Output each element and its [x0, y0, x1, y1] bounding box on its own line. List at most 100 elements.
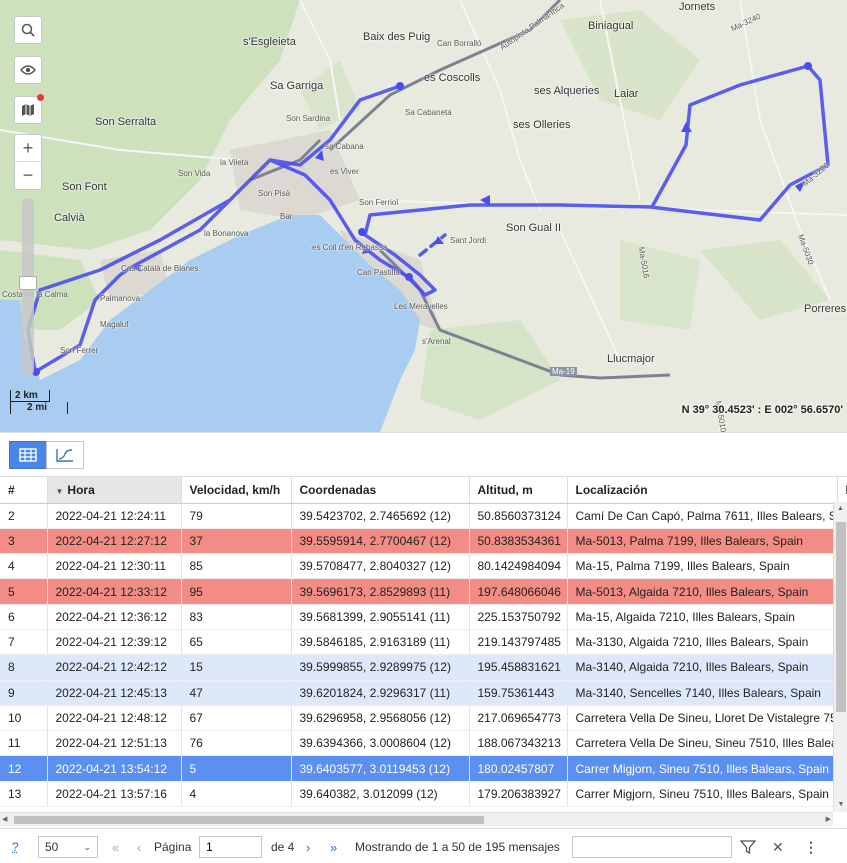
- column-header-coordenadas[interactable]: Coordenadas: [291, 477, 469, 503]
- last-page-icon[interactable]: »: [330, 836, 337, 858]
- cell-index: 9: [0, 680, 47, 705]
- chevron-down-icon: ⌄: [83, 842, 91, 853]
- map-label: Baix des Puig: [363, 31, 430, 43]
- scroll-down-icon[interactable]: ▼: [834, 798, 847, 812]
- cell-localizacion: Ma-3130, Algaida 7210, Illes Balears, Sp…: [567, 629, 837, 654]
- zoom-in-button[interactable]: +: [15, 135, 41, 162]
- cell-altitud: 50.8560373124: [469, 503, 567, 528]
- map-label: Costa de la Calma: [2, 290, 68, 299]
- column-header-extra[interactable]: F: [837, 477, 847, 503]
- cell-velocidad: 83: [181, 604, 291, 629]
- scroll-thumb[interactable]: [14, 816, 484, 824]
- map-label: Son Ferriol: [359, 198, 398, 207]
- table-view-button[interactable]: [9, 441, 47, 469]
- table-row[interactable]: 13 2022-04-21 13:57:16 4 39.640382, 3.01209…: [0, 781, 847, 806]
- zoom-out-button[interactable]: −: [15, 162, 41, 189]
- map-label: ses Alqueries: [534, 85, 599, 97]
- cell-velocidad: 15: [181, 655, 291, 680]
- map-search-button[interactable]: [14, 16, 42, 44]
- map-label: Magaluf: [100, 320, 128, 329]
- scroll-up-icon[interactable]: ▲: [834, 502, 847, 516]
- map-label: Les Meravelles: [394, 302, 448, 311]
- cell-index: 13: [0, 781, 47, 806]
- cursor-coordinates: N 39° 30.4523' : E 002° 56.6570': [682, 404, 843, 416]
- cell-localizacion: Ma-3140, Sencelles 7140, Illes Balears, …: [567, 680, 837, 705]
- table-row[interactable]: 6 2022-04-21 12:36:12 83 39.5681399, 2.9055…: [0, 604, 847, 629]
- column-header-hora[interactable]: ▼ Hora: [47, 477, 181, 503]
- cell-coordenadas: 39.5846185, 2.9163189 (11): [291, 629, 469, 654]
- cell-velocidad: 5: [181, 756, 291, 781]
- cell-velocidad: 95: [181, 579, 291, 604]
- map-label: Son Vida: [178, 169, 210, 178]
- cell-hora: 2022-04-21 12:33:12: [47, 579, 181, 604]
- cell-velocidad: 67: [181, 705, 291, 730]
- map-label: sa Cabana: [325, 142, 364, 151]
- help-button[interactable]: ?: [12, 836, 19, 858]
- more-options-icon[interactable]: ⋮: [804, 836, 818, 858]
- zoom-slider-handle[interactable]: [19, 276, 37, 290]
- next-page-icon[interactable]: ›: [306, 836, 310, 858]
- table-row[interactable]: 7 2022-04-21 12:39:12 65 39.5846185, 2.9163…: [0, 629, 847, 654]
- cell-velocidad: 4: [181, 781, 291, 806]
- filter-icon: [740, 839, 756, 855]
- cell-altitud: 225.153750792: [469, 604, 567, 629]
- table-header-row: # ▼ Hora Velocidad, km/h Coordenadas Alti…: [0, 477, 847, 503]
- map-view[interactable]: Jornets Biniagual s'Esgleieta Baix des P…: [0, 0, 847, 432]
- cell-hora: 2022-04-21 12:30:11: [47, 554, 181, 579]
- cell-index: 12: [0, 756, 47, 781]
- messages-table[interactable]: # ▼ Hora Velocidad, km/h Coordenadas Alti…: [0, 476, 847, 828]
- cell-altitud: 80.1424984094: [469, 554, 567, 579]
- table-vertical-scrollbar[interactable]: ▲ ▼: [833, 502, 847, 812]
- table-horizontal-scrollbar[interactable]: ◀ ▶: [0, 812, 833, 826]
- cell-coordenadas: 39.6201824, 2.9296317 (11): [291, 680, 469, 705]
- eye-icon: [20, 64, 36, 76]
- table-row[interactable]: 9 2022-04-21 12:45:13 47 39.6201824, 2.9296…: [0, 680, 847, 705]
- pagination-bar: ? 50 ⌄ « ‹ Página de 4 › » Mostrando de …: [0, 828, 847, 863]
- table-row[interactable]: 12 2022-04-21 13:54:12 5 39.6403577, 3.0119…: [0, 756, 847, 781]
- table-row[interactable]: 11 2022-04-21 12:51:13 76 39.6394366, 3.000…: [0, 731, 847, 756]
- table-row[interactable]: 5 2022-04-21 12:33:12 95 39.5696173, 2.8529…: [0, 579, 847, 604]
- filter-input[interactable]: [572, 836, 732, 858]
- map-canvas[interactable]: [0, 0, 847, 432]
- map-label: Calvià: [54, 212, 85, 224]
- first-page-icon[interactable]: «: [112, 836, 119, 858]
- view-toolbar: [0, 432, 847, 476]
- cell-localizacion: Carretera Vella De Sineu, Lloret De Vist…: [567, 705, 837, 730]
- page-number-input[interactable]: [199, 836, 262, 858]
- cell-coordenadas: 39.640382, 3.012099 (12): [291, 781, 469, 806]
- cell-localizacion: Carretera Vella De Sineu, Sineu 7510, Il…: [567, 731, 837, 756]
- table-row[interactable]: 2 2022-04-21 12:24:11 79 39.5423702, 2.7465…: [0, 503, 847, 528]
- scroll-right-icon[interactable]: ▶: [826, 813, 831, 827]
- cell-index: 4: [0, 554, 47, 579]
- zoom-controls: + −: [14, 134, 42, 190]
- cell-index: 6: [0, 604, 47, 629]
- table-row[interactable]: 3 2022-04-21 12:27:12 37 39.5595914, 2.7700…: [0, 528, 847, 553]
- table-row[interactable]: 8 2022-04-21 12:42:12 15 39.5999855, 2.9289…: [0, 655, 847, 680]
- table-row[interactable]: 4 2022-04-21 12:30:11 85 39.5708477, 2.8040…: [0, 554, 847, 579]
- column-header-index[interactable]: #: [0, 477, 47, 503]
- column-header-label: Hora: [67, 483, 94, 497]
- scroll-left-icon[interactable]: ◀: [2, 813, 7, 827]
- chart-view-button[interactable]: [46, 441, 84, 469]
- column-header-localizacion[interactable]: Localización: [567, 477, 837, 503]
- filter-button[interactable]: [740, 836, 756, 858]
- cell-coordenadas: 39.5595914, 2.7700467 (12): [291, 528, 469, 553]
- cell-hora: 2022-04-21 12:39:12: [47, 629, 181, 654]
- scroll-thumb[interactable]: [836, 522, 846, 712]
- prev-page-icon[interactable]: ‹: [137, 836, 141, 858]
- cell-altitud: 219.143797485: [469, 629, 567, 654]
- cell-coordenadas: 39.6394366, 3.0008604 (12): [291, 731, 469, 756]
- table-row[interactable]: 10 2022-04-21 12:48:12 67 39.6296958, 2.956…: [0, 705, 847, 730]
- column-header-altitud[interactable]: Altitud, m: [469, 477, 567, 503]
- cell-localizacion: Camí De Can Capó, Palma 7611, Illes Bale…: [567, 503, 837, 528]
- clear-filter-icon[interactable]: ✕: [772, 836, 784, 858]
- map-layers-button[interactable]: [14, 96, 42, 124]
- cell-coordenadas: 39.6403577, 3.0119453 (12): [291, 756, 469, 781]
- map-visibility-button[interactable]: [14, 56, 42, 84]
- map-label: Son Gual II: [506, 222, 561, 234]
- column-header-velocidad[interactable]: Velocidad, km/h: [181, 477, 291, 503]
- cell-localizacion: Carrer Migjorn, Sineu 7510, Illes Balear…: [567, 781, 837, 806]
- cell-localizacion: Ma-15, Algaida 7210, Illes Balears, Spai…: [567, 604, 837, 629]
- cell-index: 7: [0, 629, 47, 654]
- page-size-select[interactable]: 50 ⌄: [38, 836, 98, 858]
